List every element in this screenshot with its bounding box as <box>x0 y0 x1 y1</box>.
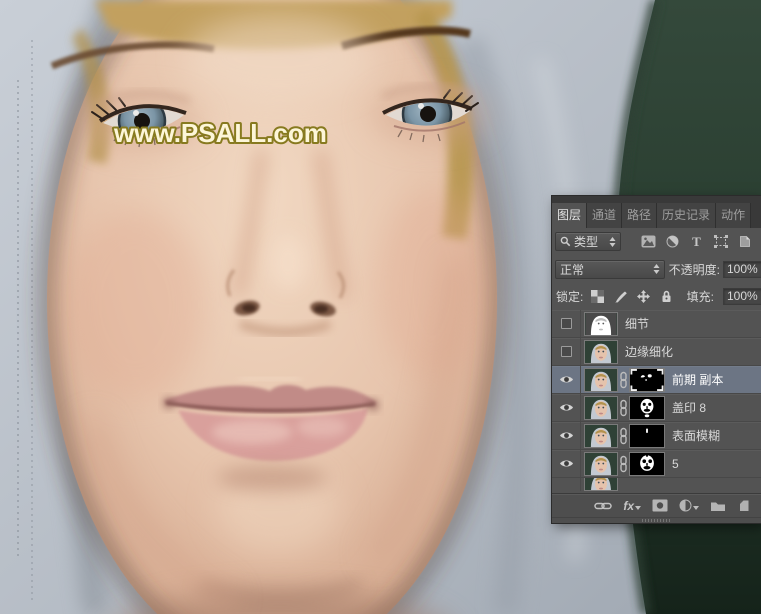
lock-all-icon[interactable] <box>658 288 675 305</box>
layer-row-5[interactable]: 5 <box>552 450 761 478</box>
layer-mask-thumbnail[interactable] <box>629 424 665 448</box>
mask-link-icon[interactable] <box>618 371 629 389</box>
lock-label: 锁定: <box>556 288 583 305</box>
mask-link-icon[interactable] <box>618 427 629 445</box>
layer-list: 细节 边缘细化 前期 副本 <box>552 310 761 493</box>
layer-row-bianyuanxihua[interactable]: 边缘细化 <box>552 338 761 366</box>
layer-name: 表面模糊 <box>672 427 720 444</box>
shape-layer-filter-icon[interactable] <box>712 233 729 250</box>
panel-tab-strip: 图层 通道 路径 历史记录 动作 <box>552 196 761 228</box>
layer-thumbnail[interactable] <box>584 478 618 491</box>
link-layers-icon[interactable] <box>594 501 612 511</box>
lock-row: 锁定: 填充: 100% <box>552 283 761 310</box>
layer-name: 边缘细化 <box>625 343 673 360</box>
layer-mask-thumbnail[interactable] <box>629 452 665 476</box>
updown-arrows-icon <box>653 263 660 275</box>
mask-link-icon[interactable] <box>618 399 629 417</box>
eye-icon <box>559 430 574 441</box>
eye-icon <box>559 402 574 413</box>
layer-name: 细节 <box>625 315 649 332</box>
tab-layers[interactable]: 图层 <box>552 203 587 228</box>
visibility-toggle[interactable] <box>552 310 581 337</box>
visibility-toggle[interactable] <box>552 450 581 477</box>
layer-thumbnail[interactable] <box>584 452 618 476</box>
visibility-toggle[interactable] <box>552 338 581 365</box>
layer-row-xijie[interactable]: 细节 <box>552 310 761 338</box>
lock-position-icon[interactable] <box>635 288 652 305</box>
fill-value[interactable]: 100% <box>723 288 761 305</box>
layer-mask-thumbnail-selected[interactable] <box>629 368 665 392</box>
layer-thumbnail[interactable] <box>584 424 618 448</box>
hidden-layer-checkbox <box>561 318 572 329</box>
opacity-value[interactable]: 100% <box>723 261 761 278</box>
layer-row-qianqi-fuben[interactable]: 前期 副本 <box>552 366 761 394</box>
pixel-layer-filter-icon[interactable] <box>640 233 657 250</box>
layer-mask-thumbnail[interactable] <box>629 396 665 420</box>
filter-kind-select[interactable]: 类型 <box>555 232 621 251</box>
new-layer-icon[interactable] <box>737 499 750 512</box>
layer-thumbnail[interactable] <box>584 340 618 364</box>
layer-thumbnail[interactable] <box>584 368 618 392</box>
dropdown-arrow-icon <box>693 506 699 510</box>
panel-resize-area <box>552 517 761 523</box>
tab-paths[interactable]: 路径 <box>622 203 657 228</box>
dropdown-arrow-icon <box>635 506 641 510</box>
add-layer-mask-icon[interactable] <box>652 499 668 512</box>
panel-resize-grip[interactable] <box>642 519 672 522</box>
tab-channels[interactable]: 通道 <box>587 203 622 228</box>
hidden-layer-checkbox <box>561 346 572 357</box>
smart-object-filter-icon[interactable] <box>736 233 753 250</box>
layer-name: 5 <box>672 457 679 471</box>
eye-icon <box>559 458 574 469</box>
panel-bottom-bar: fx <box>552 493 761 517</box>
blend-mode-select[interactable]: 正常 <box>555 260 665 279</box>
updown-arrows-icon <box>609 236 616 248</box>
tab-history[interactable]: 历史记录 <box>657 203 716 228</box>
adjustment-layer-filter-icon[interactable] <box>664 233 681 250</box>
fx-label: fx <box>623 500 634 512</box>
tab-channels-label: 通道 <box>592 208 616 222</box>
layers-panel: 图层 通道 路径 历史记录 动作 类型 <box>552 196 761 523</box>
visibility-toggle[interactable] <box>552 422 581 449</box>
layer-name: 盖印 8 <box>672 399 706 416</box>
tab-paths-label: 路径 <box>627 208 651 222</box>
tab-actions-label: 动作 <box>721 208 745 222</box>
eye-icon <box>559 374 574 385</box>
layer-style-icon[interactable]: fx <box>623 500 641 512</box>
tab-layers-label: 图层 <box>557 208 581 222</box>
tab-history-label: 历史记录 <box>662 208 710 222</box>
layer-row-gaiyin-8[interactable]: 盖印 8 <box>552 394 761 422</box>
svg-text:T: T <box>692 235 701 248</box>
layer-filter-row: 类型 T <box>552 228 761 255</box>
lock-transparent-pixels-icon[interactable] <box>589 288 606 305</box>
filter-kind-value: 类型 <box>574 233 598 250</box>
magnifier-icon <box>560 236 571 247</box>
filter-type-buttons: T <box>640 233 753 250</box>
opacity-label: 不透明度: <box>669 261 720 278</box>
layer-row-partial[interactable] <box>552 478 761 491</box>
layer-thumbnail[interactable] <box>584 396 618 420</box>
mask-link-icon[interactable] <box>618 455 629 473</box>
new-group-icon[interactable] <box>710 500 726 512</box>
visibility-toggle[interactable] <box>552 366 581 393</box>
new-adjustment-layer-icon[interactable] <box>679 499 699 512</box>
lock-paint-icon[interactable] <box>612 288 629 305</box>
visibility-toggle[interactable] <box>552 478 581 491</box>
fill-label: 填充: <box>687 288 714 305</box>
text-layer-filter-icon[interactable]: T <box>688 233 705 250</box>
blend-mode-value: 正常 <box>560 261 584 278</box>
watermark-text: www.PSALL.com <box>113 118 327 148</box>
layer-row-biaomianmohu[interactable]: 表面模糊 <box>552 422 761 450</box>
layer-name: 前期 副本 <box>672 371 723 388</box>
tab-actions[interactable]: 动作 <box>716 203 751 228</box>
layer-thumbnail[interactable] <box>584 312 618 336</box>
blend-opacity-row: 正常 不透明度: 100% <box>552 255 761 283</box>
photoshop-workspace: www.PSALL.com 图层 通道 路径 历史记录 动作 类型 <box>0 0 761 614</box>
visibility-toggle[interactable] <box>552 394 581 421</box>
